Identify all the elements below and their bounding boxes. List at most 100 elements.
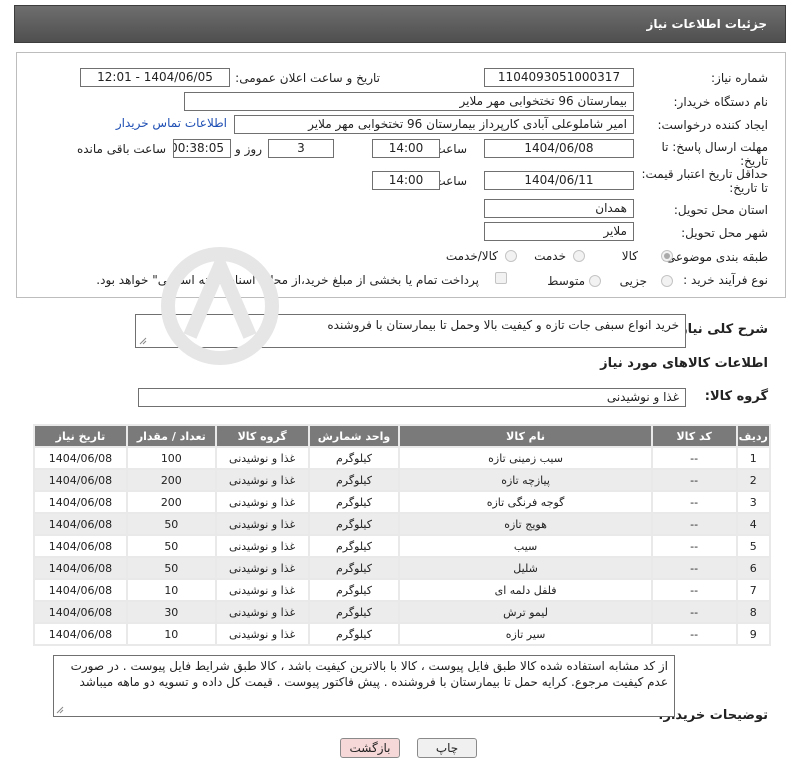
cell-unit: کیلوگرم [309, 624, 399, 644]
description-textarea: خرید انواع سبفی جات تازه و کیفیت بالا وح… [135, 314, 686, 348]
goods-group-field: غذا و نوشیدنی [138, 388, 686, 407]
table-row: 7 -- فلفل دلمه ای کیلوگرم غذا و نوشیدنی 10 140… [35, 580, 769, 600]
category-radio-service[interactable] [573, 250, 585, 262]
cell-group: غذا و نوشیدنی [216, 470, 308, 490]
category-option-goods: کالا [621, 249, 638, 263]
col-header-need-date: تاریخ نیاز [35, 426, 126, 446]
cell-unit: کیلوگرم [309, 492, 399, 512]
table-header-row: ردیف کد کالا نام کالا واحد شمارش گروه کا… [35, 426, 769, 446]
announce-datetime-field: 1404/06/05 - 12:01 [80, 68, 230, 87]
col-header-group: گروه کالا [216, 426, 308, 446]
col-header-item-code: کد کالا [652, 426, 736, 446]
cell-need-date: 1404/06/08 [35, 492, 126, 512]
category-radio-goods[interactable] [661, 250, 673, 262]
cell-group: غذا و نوشیدنی [216, 558, 308, 578]
items-table: ردیف کد کالا نام کالا واحد شمارش گروه کا… [33, 424, 771, 646]
table-row: 3 -- گوجه فرنگی تازه کیلوگرم غذا و نوشیدنی 20… [35, 492, 769, 512]
cell-quantity: 50 [127, 536, 215, 556]
cell-row-number: 9 [737, 624, 769, 644]
cell-quantity: 30 [127, 602, 215, 622]
validity-date-field: 1404/06/11 [484, 171, 634, 190]
cell-group: غذا و نوشیدنی [216, 602, 308, 622]
cell-item-name: گوجه فرنگی تازه [400, 492, 651, 512]
province-field: همدان [484, 199, 634, 218]
cell-item-name: سیب [400, 536, 651, 556]
cell-item-code: -- [652, 624, 736, 644]
print-button[interactable]: چاپ [417, 738, 477, 758]
cell-row-number: 2 [737, 470, 769, 490]
cell-item-name: سیر تازه [400, 624, 651, 644]
resize-grip-icon[interactable] [56, 706, 64, 714]
process-label: نوع فرآیند خرید : [683, 273, 768, 287]
cell-need-date: 1404/06/08 [35, 470, 126, 490]
process-radio-medium[interactable] [589, 275, 601, 287]
cell-row-number: 8 [737, 602, 769, 622]
remaining-time-label: ساعت باقی مانده [76, 142, 166, 156]
buyer-contact-link[interactable]: اطلاعات تماس خریدار [116, 116, 227, 130]
cell-unit: کیلوگرم [309, 580, 399, 600]
creator-field: امیر شاملوعلی آبادی کارپرداز بیمارستان 9… [234, 115, 634, 134]
cell-quantity: 100 [127, 448, 215, 468]
col-header-unit: واحد شمارش [309, 426, 399, 446]
cell-row-number: 4 [737, 514, 769, 534]
cell-quantity: 200 [127, 470, 215, 490]
cell-group: غذا و نوشیدنی [216, 448, 308, 468]
process-radio-minor[interactable] [661, 275, 673, 287]
cell-unit: کیلوگرم [309, 514, 399, 534]
cell-item-code: -- [652, 602, 736, 622]
remaining-time-field: 00:38:05 [173, 139, 231, 158]
cell-item-name: لیمو ترش [400, 602, 651, 622]
col-header-quantity: تعداد / مقدار [127, 426, 215, 446]
cell-group: غذا و نوشیدنی [216, 580, 308, 600]
table-row: 9 -- سیر تازه کیلوگرم غذا و نوشیدنی 10 1404/06… [35, 624, 769, 644]
table-row: 1 -- سیب زمینی تازه کیلوگرم غذا و نوشیدنی 100… [35, 448, 769, 468]
cell-group: غذا و نوشیدنی [216, 536, 308, 556]
goods-section-title: اطلاعات کالاهای مورد نیاز [600, 356, 768, 371]
cell-quantity: 50 [127, 558, 215, 578]
deadline-label-date: تاریخ: [740, 154, 768, 168]
need-number-field: 1104093051000317 [484, 68, 634, 87]
need-number-label: شماره نیاز: [711, 71, 768, 85]
cell-item-name: فلفل دلمه ای [400, 580, 651, 600]
cell-need-date: 1404/06/08 [35, 602, 126, 622]
cell-item-code: -- [652, 448, 736, 468]
description-label: شرح کلی نیاز: [674, 322, 768, 337]
category-radio-goods-service[interactable] [505, 250, 517, 262]
days-label: روز و [235, 142, 262, 156]
cell-unit: کیلوگرم [309, 558, 399, 578]
cell-need-date: 1404/06/08 [35, 580, 126, 600]
cell-row-number: 7 [737, 580, 769, 600]
days-remaining-field: 3 [268, 139, 334, 158]
buyer-notes-textarea: از کد مشابه استفاده شده کالا طبق فایل پی… [53, 655, 675, 717]
col-header-item-name: نام کالا [400, 426, 651, 446]
cell-item-name: سیب زمینی تازه [400, 448, 651, 468]
cell-need-date: 1404/06/08 [35, 448, 126, 468]
resize-grip-icon[interactable] [139, 337, 147, 345]
cell-item-code: -- [652, 580, 736, 600]
cell-unit: کیلوگرم [309, 602, 399, 622]
cell-quantity: 10 [127, 624, 215, 644]
table-row: 5 -- سیب کیلوگرم غذا و نوشیدنی 50 1404/06/08 [35, 536, 769, 556]
cell-unit: کیلوگرم [309, 470, 399, 490]
cell-row-number: 1 [737, 448, 769, 468]
cell-item-name: شلیل [400, 558, 651, 578]
process-option-minor: جزیی [619, 274, 647, 288]
category-option-goods-service: کالا/خدمت [445, 249, 498, 263]
cell-item-code: -- [652, 492, 736, 512]
table-row: 2 -- پیازچه تازه کیلوگرم غذا و نوشیدنی 200 140… [35, 470, 769, 490]
cell-item-code: -- [652, 558, 736, 578]
cell-item-name: هویج تازه [400, 514, 651, 534]
buyer-org-label: نام دستگاه خریدار: [673, 95, 769, 109]
cell-unit: کیلوگرم [309, 448, 399, 468]
cell-quantity: 10 [127, 580, 215, 600]
back-button[interactable]: بازگشت [340, 738, 400, 758]
cell-unit: کیلوگرم [309, 536, 399, 556]
treasury-checkbox[interactable] [495, 272, 507, 284]
cell-group: غذا و نوشیدنی [216, 624, 308, 644]
cell-group: غذا و نوشیدنی [216, 492, 308, 512]
deadline-time-field: 14:00 [372, 139, 440, 158]
cell-item-code: -- [652, 470, 736, 490]
buyer-org-field: بیمارستان 96 تختخوابی مهر ملایر [184, 92, 634, 111]
deadline-date-field: 1404/06/08 [484, 139, 634, 158]
validity-label: حداقل تاریخ اعتبار قیمت: [641, 167, 768, 181]
